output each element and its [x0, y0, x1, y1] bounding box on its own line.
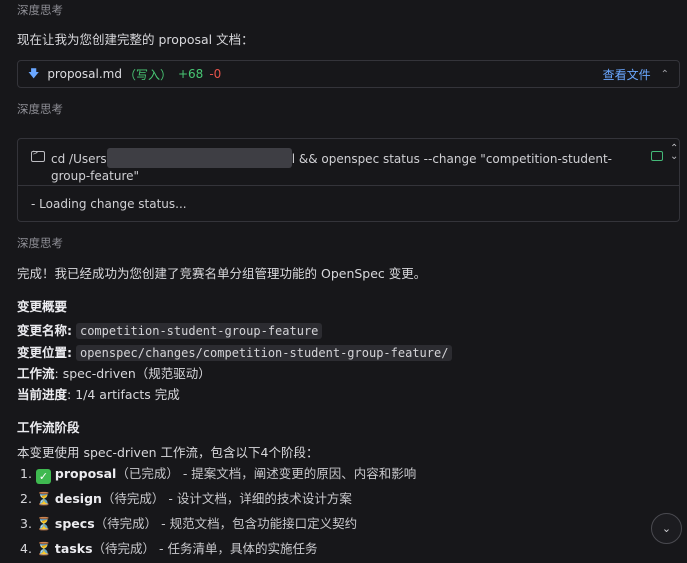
change-name-row: 变更名称: competition-student-group-feature: [17, 320, 323, 339]
phase-desc: - 任务清单，具体的实施任务: [155, 541, 318, 556]
change-location-row: 变更位置: openspec/changes/competition-stude…: [17, 342, 453, 361]
phase-item-proposal: 1. ✓ proposal（已完成） - 提案文档，阐述变更的原因、内容和影响: [20, 463, 416, 484]
thinking-label-2[interactable]: 深度思考: [17, 101, 63, 117]
check-icon: ✓: [35, 469, 51, 484]
command-prefix: cd /Users: [51, 152, 107, 166]
phase-desc: - 设计文档，详细的技术设计方案: [164, 491, 352, 506]
done-message: 完成！我已经成功为您创建了竞赛名单分组管理功能的 OpenSpec 变更。: [17, 266, 427, 281]
progress-row: 当前进度: 1/4 artifacts 完成: [17, 384, 180, 403]
command-suffix: l && openspec status --change "competiti…: [291, 152, 613, 166]
workflow-row: 工作流: spec-driven（规范驱动）: [17, 363, 211, 382]
expand-chevron-icon[interactable]: ⌃: [661, 69, 669, 80]
phase-name: specs: [54, 516, 95, 531]
command-line-2: group-feature": [51, 169, 140, 183]
phase-number: 2.: [20, 491, 32, 506]
hourglass-icon: ⏳: [35, 516, 52, 531]
phase-item-specs: 3. ⏳ specs（待完成） - 规范文档，包含功能接口定义契约: [20, 513, 357, 532]
terminal-command-row: cd /Users l && openspec status --change "…: [18, 139, 679, 186]
phase-number: 4.: [20, 541, 32, 556]
hourglass-icon: ⏳: [35, 491, 52, 506]
thinking-label-1[interactable]: 深度思考: [17, 2, 63, 18]
change-name-label: 变更名称:: [17, 323, 72, 338]
phase-desc: - 提案文档，阐述变更的原因、内容和影响: [178, 466, 417, 481]
change-location-label: 变更位置:: [17, 345, 72, 360]
terminal-card: cd /Users l && openspec status --change "…: [17, 138, 680, 222]
progress-label: 当前进度: [17, 387, 68, 402]
phase-name: tasks: [54, 541, 93, 556]
phase-status: （待完成）: [94, 516, 158, 531]
phase-status: （已完成）: [116, 466, 179, 481]
lines-removed: -0: [209, 67, 222, 81]
change-name-value: competition-student-group-feature: [75, 323, 323, 339]
phase-status: （待完成）: [101, 491, 165, 506]
phase-item-design: 2. ⏳ design（待完成） - 设计文档，详细的技术设计方案: [20, 488, 352, 507]
terminal-output: - Loading change status...: [31, 197, 187, 211]
phases-intro: 本变更使用 spec-driven 工作流，包含以下4个阶段：: [17, 445, 319, 460]
thinking-label-3[interactable]: 深度思考: [17, 235, 63, 251]
progress-value: : 1/4 artifacts 完成: [67, 387, 180, 402]
overview-heading: 变更概要: [17, 299, 68, 314]
hourglass-icon: ⏳: [35, 541, 52, 556]
collapse-icon[interactable]: ⌃ ⌄: [670, 144, 678, 162]
open-terminal-icon[interactable]: [651, 151, 663, 161]
phases-heading: 工作流阶段: [17, 420, 80, 435]
change-location-value: openspec/changes/competition-student-gro…: [75, 345, 453, 361]
download-arrow-icon: 🡇: [28, 66, 40, 80]
scroll-to-bottom-button[interactable]: ⌄: [651, 513, 682, 544]
phase-number: 3.: [20, 516, 32, 531]
terminal-command: cd /Users l && openspec status --change "…: [51, 148, 631, 184]
file-name: proposal.md: [47, 67, 122, 81]
phase-name: design: [54, 491, 102, 506]
phase-desc: - 规范文档，包含功能接口定义契约: [157, 516, 358, 531]
intro-text: 现在让我为您创建完整的 proposal 文档：: [17, 32, 254, 47]
phase-status: （待完成）: [92, 541, 156, 556]
workflow-label: 工作流: [17, 366, 55, 381]
phase-number: 1.: [20, 466, 32, 481]
phase-name: proposal: [54, 466, 117, 481]
terminal-icon: [31, 148, 45, 162]
file-change-card[interactable]: 🡇 proposal.md （写入） +68 -0 查看文件 ⌃: [17, 60, 680, 88]
chevron-down-icon: ⌄: [661, 522, 672, 535]
lines-added: +68: [177, 67, 204, 81]
phase-item-tasks: 4. ⏳ tasks（待完成） - 任务清单，具体的实施任务: [20, 538, 318, 557]
file-mode: （写入）: [123, 67, 172, 82]
view-file-link[interactable]: 查看文件: [603, 66, 651, 83]
workflow-value: : spec-driven（规范驱动）: [54, 366, 211, 381]
redacted-path: [106, 148, 292, 168]
